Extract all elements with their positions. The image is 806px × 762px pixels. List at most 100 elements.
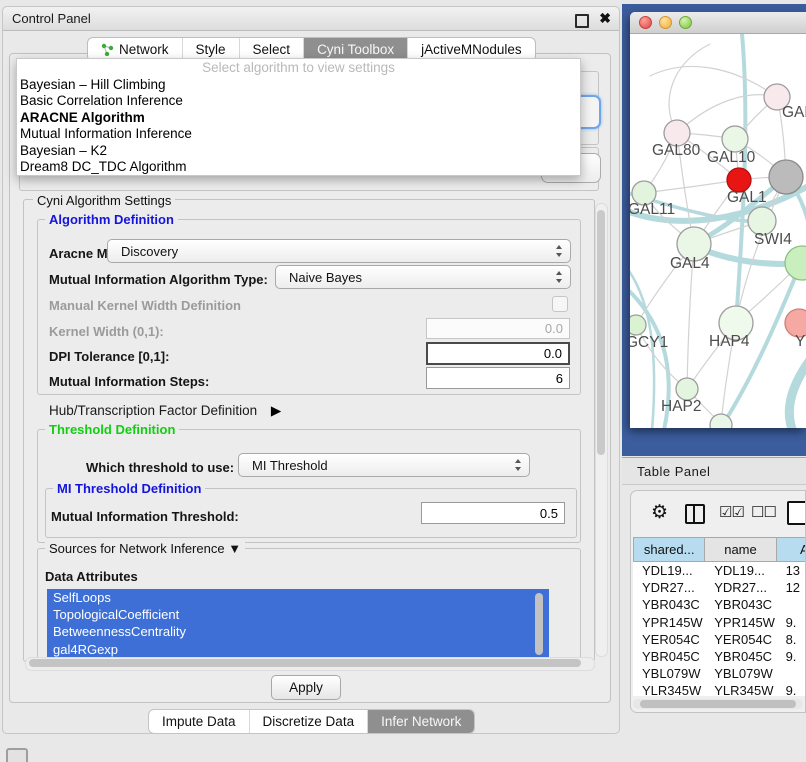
node-label: GAL10 <box>707 149 756 166</box>
table-row[interactable]: YPR145WYPR145W9. <box>633 614 806 631</box>
mi-type-value: Naive Bayes <box>289 270 362 285</box>
table-row[interactable]: YBR043CYBR043C <box>633 596 806 613</box>
sources-expander[interactable]: Sources for Network Inference ▼ <box>45 541 245 556</box>
dropdown-option-dream8-dc-tdc-algorithm[interactable]: Dream8 DC_TDC Algorithm <box>17 159 580 175</box>
node-label: SWI4 <box>754 231 792 248</box>
document-icon[interactable] <box>787 501 806 525</box>
chevron-down-icon: ▼ <box>228 541 241 556</box>
column-header-shared[interactable]: shared... <box>633 537 705 562</box>
table-cell: 9. <box>777 648 806 665</box>
table-cell: YBR045C <box>705 648 776 665</box>
dropdown-option-basic-correlation-inference[interactable]: Basic Correlation Inference <box>17 93 580 109</box>
control-panel-titlebar: Control Panel ✖ <box>3 7 619 31</box>
table-cell: YER054C <box>705 631 776 648</box>
table-cell <box>777 596 806 613</box>
table-cell: 12 <box>777 579 806 596</box>
attribute-item-gal4rgexp[interactable]: gal4RGexp <box>47 641 549 658</box>
table-row[interactable]: YDL19...YDL19...13 <box>633 562 806 579</box>
kernel-width-value: 0.0 <box>545 321 563 336</box>
deselect-all-icon[interactable]: ☐☐ <box>751 503 776 521</box>
table-cell: YBR043C <box>705 596 776 613</box>
stepper-icon <box>515 459 522 471</box>
apply-button[interactable]: Apply <box>271 675 341 700</box>
table-cell: YBL079W <box>633 665 705 682</box>
settings-hscroll-thumb[interactable] <box>29 659 581 667</box>
dpi-tolerance-label: DPI Tolerance [0,1]: <box>49 349 169 364</box>
mi-steps-value: 6 <box>556 371 563 386</box>
tab-label: Cyni Toolbox <box>317 42 394 57</box>
table-row[interactable]: YLR345WYLR345W9. <box>633 682 806 696</box>
mi-threshold-input[interactable]: 0.5 <box>421 502 565 524</box>
node-unlabeled[interactable] <box>769 160 803 194</box>
table-hscroll-thumb[interactable] <box>640 700 796 708</box>
settings-vertical-scrollbar[interactable] <box>595 203 608 657</box>
table-row[interactable]: YBR045CYBR045C9. <box>633 648 806 665</box>
mi-threshold-label: Mutual Information Threshold: <box>51 509 239 524</box>
dropdown-option-mutual-information-inference[interactable]: Mutual Information Inference <box>17 126 580 142</box>
tab-impute-data[interactable]: Impute Data <box>149 710 249 733</box>
aracne-mode-value: Discovery <box>121 244 178 259</box>
aracne-mode-combobox[interactable]: Discovery <box>107 239 571 263</box>
tab-infer-network[interactable]: Infer Network <box>367 710 474 733</box>
dropdown-option-bayesian-k2[interactable]: Bayesian – K2 <box>17 143 580 159</box>
close-icon[interactable]: ✖ <box>599 10 611 27</box>
which-threshold-combobox[interactable]: MI Threshold <box>238 453 530 477</box>
cyni-settings-title: Cyni Algorithm Settings <box>33 193 175 208</box>
zoom-window-icon[interactable] <box>679 16 692 29</box>
mi-type-combobox[interactable]: Naive Bayes <box>275 265 571 289</box>
manual-kernel-checkbox[interactable] <box>552 296 568 312</box>
data-attributes-list[interactable]: SelfLoopsTopologicalCoefficientBetweenne… <box>47 589 549 660</box>
data-attributes-label: Data Attributes <box>45 569 138 584</box>
table-row[interactable]: YDR27...YDR27...12 <box>633 579 806 596</box>
settings-vscroll-thumb[interactable] <box>597 210 605 455</box>
stepper-icon <box>556 271 563 283</box>
attribute-item-betweennesscentrality[interactable]: BetweennessCentrality <box>47 623 549 640</box>
tab-label: Network <box>119 42 169 57</box>
settings-horizontal-scrollbar[interactable] <box>25 657 595 671</box>
gear-icon[interactable]: ⚙ <box>651 501 668 524</box>
dropdown-option-aracne-algorithm[interactable]: ARACNE Algorithm <box>17 110 580 126</box>
stepper-icon <box>556 245 563 257</box>
attributes-list-scrollbar[interactable] <box>535 593 543 655</box>
network-window-titlebar <box>630 12 806 34</box>
dpi-tolerance-input[interactable]: 0.0 <box>426 342 570 365</box>
node-attribute-table: shared...nameA YDL19...YDL19...13YDR27..… <box>633 537 806 696</box>
mi-steps-input[interactable]: 6 <box>426 367 570 389</box>
dropdown-option-bayesian-hill-climbing[interactable]: Bayesian – Hill Climbing <box>17 77 580 93</box>
table-row[interactable]: YER054CYER054C8. <box>633 631 806 648</box>
node-label: HAP4 <box>709 333 750 350</box>
table-cell: 13 <box>777 562 806 579</box>
minimize-window-icon[interactable] <box>659 16 672 29</box>
column-header-name[interactable]: name <box>705 537 776 562</box>
columns-icon[interactable] <box>685 504 705 524</box>
select-all-icon[interactable]: ☑☑ <box>719 503 744 521</box>
node-hap2[interactable] <box>676 378 698 400</box>
node-gcy1[interactable] <box>630 315 646 335</box>
hub-definition-expander[interactable]: Hub/Transcription Factor Definition ▶ <box>49 403 281 419</box>
kernel-width-label: Kernel Width (0,1): <box>49 324 164 339</box>
table-cell: YDR27... <box>705 579 776 596</box>
close-window-icon[interactable] <box>639 16 652 29</box>
tab-label: Select <box>253 42 291 57</box>
float-window-icon[interactable] <box>575 14 589 28</box>
which-threshold-value: MI Threshold <box>252 458 328 473</box>
kernel-width-input[interactable]: 0.0 <box>426 318 570 339</box>
node-label: GAL4 <box>670 255 710 272</box>
table-panel: ⚙ ☑☑ ☐☐ shared...nameA YDL19...YDL19...1… <box>630 490 806 713</box>
table-cell: YLR345W <box>633 682 705 696</box>
attribute-item-topologicalcoefficient[interactable]: TopologicalCoefficient <box>47 606 549 623</box>
collapsed-panel-icon[interactable] <box>6 748 28 762</box>
tab-discretize-data[interactable]: Discretize Data <box>249 710 368 733</box>
table-cell: 8. <box>777 631 806 648</box>
column-header-a[interactable]: A <box>777 537 806 562</box>
attribute-item-selfloops[interactable]: SelfLoops <box>47 589 549 606</box>
network-canvas[interactable]: GALGAL80GAL10GAL1GAL11SWI4GAL4GCY1HAP4YH… <box>630 34 806 428</box>
table-row[interactable]: YBL079WYBL079W <box>633 665 806 682</box>
table-horizontal-scrollbar[interactable] <box>633 699 803 709</box>
network-view-window[interactable]: GALGAL80GAL10GAL1GAL11SWI4GAL4GCY1HAP4YH… <box>630 12 806 428</box>
dpi-tolerance-value: 0.0 <box>544 346 562 361</box>
mi-steps-label: Mutual Information Steps: <box>49 374 209 389</box>
dropdown-placeholder: Select algorithm to view settings <box>17 59 580 77</box>
mi-threshold-definition-title: MI Threshold Definition <box>53 481 205 496</box>
table-cell: YLR345W <box>705 682 776 696</box>
